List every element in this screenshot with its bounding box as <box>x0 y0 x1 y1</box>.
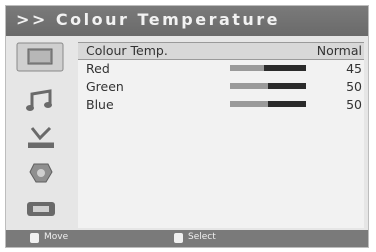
row-value: 50 <box>346 79 362 94</box>
row-label: Blue <box>86 97 114 112</box>
settings-panel: Colour Temp. Normal Red 45 Green 50 Blue… <box>78 42 364 228</box>
feature-icon[interactable] <box>24 160 58 186</box>
footer-hints: Move Select <box>6 230 368 247</box>
row-value: Normal <box>316 43 362 58</box>
row-value: 45 <box>346 61 362 76</box>
green-slider[interactable] <box>230 83 306 89</box>
row-red[interactable]: Red 45 <box>78 60 364 78</box>
sound-icon[interactable] <box>24 88 58 114</box>
blue-slider[interactable] <box>230 101 306 107</box>
sidebar <box>10 42 72 228</box>
source-icon[interactable] <box>24 196 58 222</box>
menu-title: >> Colour Temperature <box>16 10 281 29</box>
picture-icon[interactable] <box>16 42 64 72</box>
row-green[interactable]: Green 50 <box>78 78 364 96</box>
row-value: 50 <box>346 97 362 112</box>
select-key-icon <box>174 233 183 243</box>
setup-icon[interactable] <box>24 124 58 150</box>
row-label: Colour Temp. <box>86 43 168 58</box>
slider-fill <box>230 101 268 107</box>
osd-menu: >> Colour Temperature Colour Temp. Norma… <box>5 5 369 248</box>
slider-fill <box>230 65 265 71</box>
title-bar: >> Colour Temperature <box>6 6 368 36</box>
red-slider[interactable] <box>230 65 306 71</box>
row-label: Red <box>86 61 110 76</box>
slider-fill <box>230 83 268 89</box>
row-label: Green <box>86 79 124 94</box>
row-colour-temp[interactable]: Colour Temp. Normal <box>78 42 364 60</box>
select-hint: Select <box>188 232 216 242</box>
row-blue[interactable]: Blue 50 <box>78 96 364 114</box>
move-key-icon <box>30 233 39 243</box>
move-hint: Move <box>44 232 69 242</box>
